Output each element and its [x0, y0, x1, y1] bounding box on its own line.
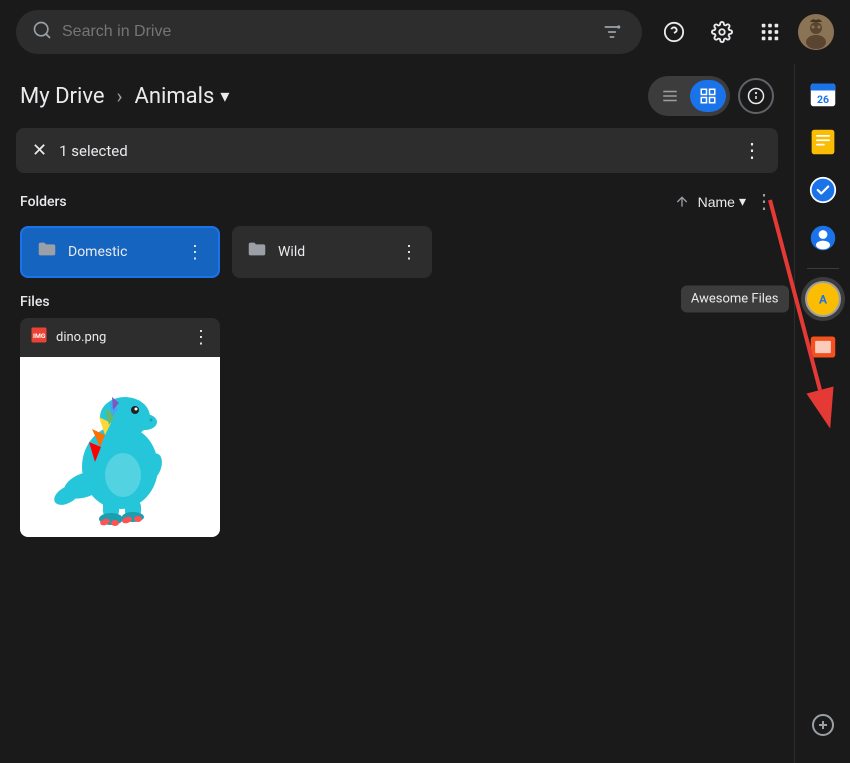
- search-icon: [32, 20, 52, 45]
- selection-bar: ✕ 1 selected ⋮: [16, 128, 778, 173]
- topbar: [0, 0, 850, 64]
- sidebar-app-tasks[interactable]: [801, 168, 845, 212]
- file-preview: [20, 357, 220, 537]
- info-button[interactable]: [738, 78, 774, 114]
- view-controls: [648, 76, 774, 116]
- file-type-icon: IMG: [30, 326, 48, 349]
- filter-icon-button[interactable]: [598, 18, 626, 46]
- breadcrumb-root[interactable]: My Drive: [20, 84, 105, 109]
- file-name: dino.png: [56, 330, 184, 345]
- sort-button[interactable]: Name ▾: [698, 193, 746, 210]
- file-more-button[interactable]: ⋮: [192, 327, 210, 348]
- folder-name-wild: Wild: [278, 244, 390, 260]
- dropdown-arrow-icon: ▾: [220, 86, 229, 107]
- folders-grid: Domestic ⋮ Wild ⋮: [0, 222, 794, 290]
- add-app-button[interactable]: [801, 703, 845, 747]
- files-section: Files IMG dino.png ⋮: [0, 290, 794, 541]
- deselect-button[interactable]: ✕: [32, 140, 47, 161]
- content-area: My Drive › Animals ▾: [0, 64, 794, 763]
- folder-icon-domestic: [36, 238, 58, 266]
- folder-name-domestic: Domestic: [68, 244, 176, 260]
- view-toggle: [648, 76, 730, 116]
- breadcrumb-separator: ›: [117, 84, 123, 108]
- apps-button[interactable]: [750, 12, 790, 52]
- dino-image: [40, 367, 200, 527]
- breadcrumb-current[interactable]: Animals ▾: [135, 84, 230, 109]
- grid-view-button[interactable]: [690, 80, 726, 112]
- folders-label: Folders: [20, 194, 67, 210]
- selection-more-button[interactable]: ⋮: [742, 138, 762, 163]
- sort-more-button[interactable]: ⋮: [754, 189, 774, 214]
- sidebar-app-contacts[interactable]: [801, 216, 845, 260]
- folder-more-wild[interactable]: ⋮: [400, 242, 418, 263]
- files-label: Files: [20, 294, 774, 310]
- breadcrumb-bar: My Drive › Animals ▾: [0, 64, 794, 128]
- svg-text:IMG: IMG: [33, 332, 46, 340]
- folder-item-wild[interactable]: Wild ⋮: [232, 226, 432, 278]
- file-card-dino[interactable]: IMG dino.png ⋮: [20, 318, 220, 537]
- sidebar-app-slides[interactable]: [801, 325, 845, 369]
- svg-text:A: A: [819, 293, 827, 307]
- search-input[interactable]: [62, 23, 588, 41]
- search-bar: [16, 10, 642, 54]
- folder-item-domestic[interactable]: Domestic ⋮: [20, 226, 220, 278]
- awesome-files-icon: A: [805, 281, 841, 317]
- folders-section-header: Folders Name ▾ ⋮: [0, 181, 794, 222]
- sidebar-divider: [807, 268, 839, 269]
- folder-icon-wild: [246, 238, 268, 266]
- sidebar-app-awesome[interactable]: A: [801, 277, 845, 321]
- svg-text:26: 26: [816, 93, 828, 106]
- awesome-files-tooltip-container: A Awesome Files: [801, 277, 845, 321]
- folder-more-domestic[interactable]: ⋮: [186, 242, 204, 263]
- main-wrapper: My Drive › Animals ▾: [0, 64, 850, 763]
- sort-controls: Name ▾ ⋮: [674, 189, 774, 214]
- topbar-icons: [654, 12, 834, 52]
- right-sidebar: 26: [794, 64, 850, 763]
- file-card-header: IMG dino.png ⋮: [20, 318, 220, 357]
- list-view-button[interactable]: [652, 80, 688, 112]
- help-button[interactable]: [654, 12, 694, 52]
- sidebar-app-keep[interactable]: [801, 120, 845, 164]
- settings-button[interactable]: [702, 12, 742, 52]
- sidebar-app-calendar[interactable]: 26: [801, 72, 845, 116]
- selection-count: 1 selected: [59, 142, 730, 160]
- avatar[interactable]: [798, 14, 834, 50]
